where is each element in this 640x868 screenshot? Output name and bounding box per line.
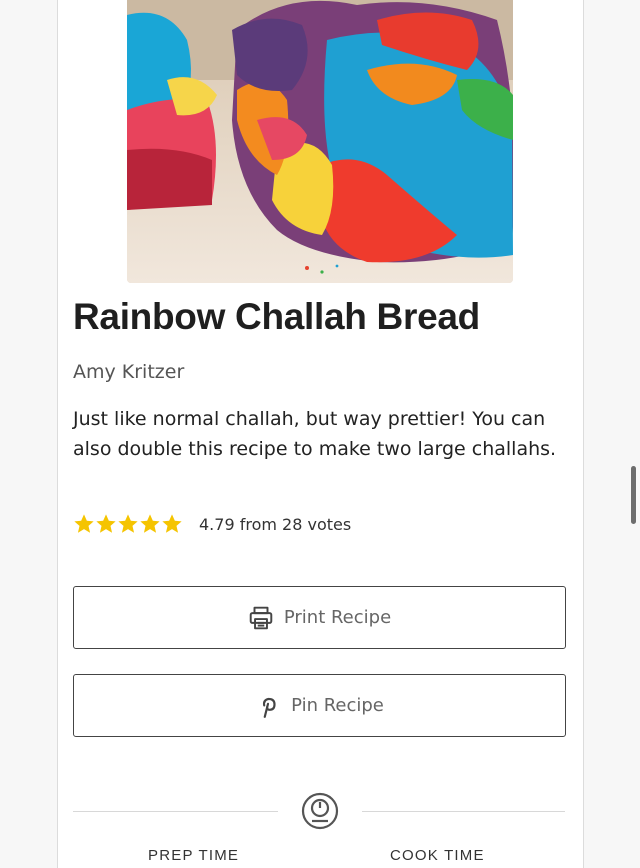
prep-time-label: PREP TIME [148,847,240,864]
star-icon[interactable] [161,513,183,535]
rating-text: 4.79 from 28 votes [199,514,352,534]
print-recipe-button[interactable]: Print Recipe [73,586,566,649]
star-icon[interactable] [139,513,161,535]
recipe-photo [127,0,513,283]
pinterest-icon [263,697,276,718]
rating[interactable]: 4.79 from 28 votes [73,510,351,538]
star-icon[interactable] [95,513,117,535]
timer-icon [301,792,339,830]
star-icon[interactable] [73,513,95,535]
star-rating[interactable] [73,513,183,535]
cook-time-label: COOK TIME [390,847,485,864]
divider-right [362,811,565,812]
printer-icon [249,606,273,629]
pin-recipe-button[interactable]: Pin Recipe [73,674,566,737]
recipe-summary: Just like normal challah, but way pretti… [73,408,557,460]
pin-recipe-label: Pin Recipe [291,695,384,716]
divider-left [73,811,278,812]
print-recipe-label: Print Recipe [283,607,392,628]
scrollbar-thumb[interactable] [631,466,636,524]
recipe-title: Rainbow Challah Bread [73,296,480,337]
star-icon[interactable] [117,513,139,535]
recipe-author: Amy Kritzer [73,361,185,383]
